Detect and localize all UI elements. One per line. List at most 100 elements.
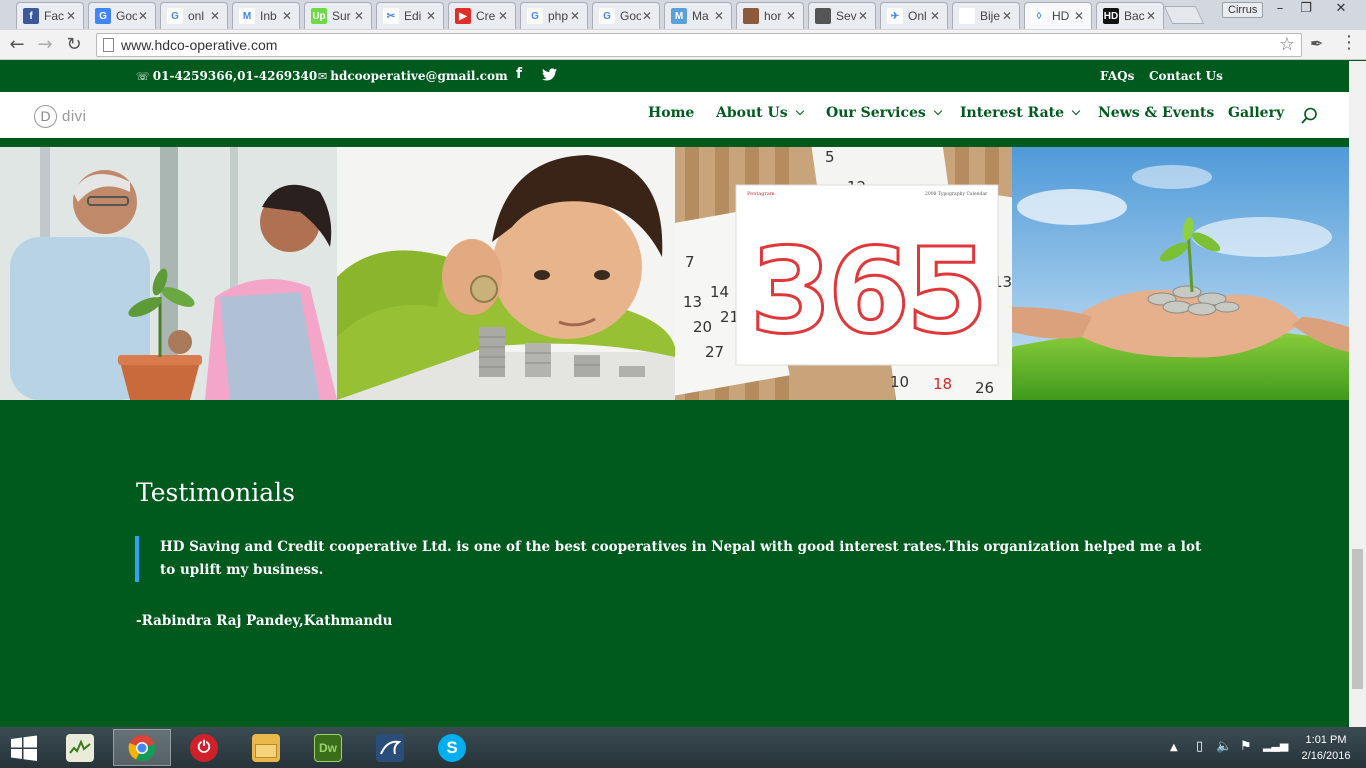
taskbar-app[interactable]: Dw	[299, 729, 357, 766]
browser-tab[interactable]: Bije ✕	[952, 2, 1020, 29]
action-center-flag-icon[interactable]: ⚑	[1240, 739, 1252, 754]
address-bar[interactable]: www.hdco-operative.com ☆	[96, 33, 1302, 57]
close-tab-icon[interactable]: ✕	[785, 9, 797, 23]
browser-tab[interactable]: HD Bac ✕	[1096, 2, 1164, 29]
close-window-button[interactable]: ✕	[1326, 0, 1356, 20]
tab-title: Goo	[620, 9, 641, 23]
browser-toolbar: ← → ↻ www.hdco-operative.com ☆ ✒ ⋮	[0, 30, 1366, 60]
browser-tab[interactable]: Sev ✕	[808, 2, 876, 29]
browser-tab[interactable]: M Inb ✕	[232, 2, 300, 29]
close-tab-icon[interactable]: ✕	[281, 9, 293, 23]
minimize-button[interactable]: –	[1270, 0, 1290, 20]
faqs-link[interactable]: FAQs	[1100, 69, 1134, 83]
taskbar-app[interactable]	[51, 729, 109, 766]
file-explorer-icon	[252, 733, 280, 762]
divi-logo-icon: D	[34, 104, 57, 128]
svg-text:18: 18	[933, 375, 952, 393]
facebook-icon: f	[23, 8, 39, 24]
power-icon: ⏻	[190, 733, 218, 762]
google-icon: G	[599, 8, 615, 24]
taskbar-app[interactable]: S	[423, 729, 481, 766]
close-tab-icon[interactable]: ✕	[209, 9, 221, 23]
close-tab-icon[interactable]: ✕	[1073, 9, 1085, 23]
chrome-menu-icon[interactable]: ⋮	[1340, 32, 1358, 53]
eyedropper-extension-icon[interactable]: ✒	[1310, 34, 1323, 53]
nav-interest-rate[interactable]: Interest Rate	[960, 105, 1081, 121]
facebook-icon[interactable]: f	[516, 66, 522, 82]
browser-tab[interactable]: ▶ Cre ✕	[448, 2, 516, 29]
tab-title: Bije	[980, 9, 1001, 23]
show-hidden-icons-icon[interactable]: ▲	[1170, 742, 1178, 753]
nav-news-events[interactable]: News & Events	[1098, 105, 1214, 121]
close-tab-icon[interactable]: ✕	[1145, 9, 1157, 23]
page-icon	[103, 38, 114, 52]
browser-tab[interactable]: f Fac ✕	[16, 2, 84, 29]
browser-tab[interactable]: hor ✕	[736, 2, 804, 29]
search-icon[interactable]	[1300, 107, 1318, 125]
svg-text:13: 13	[683, 293, 702, 311]
page-scrollbar[interactable]	[1349, 61, 1366, 727]
browser-tab[interactable]: ◊ HD ✕	[1024, 2, 1092, 29]
tab-strip: f Fac ✕ G Goo ✕ Gonl ✕ M Inb ✕ Up Sur ✕ ✂ Edi ✕ ▶ Cre ✕ Gphp…	[0, 0, 1366, 30]
contact-us-link[interactable]: Contact Us	[1149, 69, 1223, 83]
profile-button[interactable]: Cirrus	[1222, 2, 1264, 18]
testimonials-title: Testimonials	[136, 478, 295, 507]
taskbar-app[interactable]: ⏻	[175, 729, 233, 766]
browser-tab[interactable]: Gphp ✕	[520, 2, 588, 29]
close-tab-icon[interactable]: ✕	[353, 9, 365, 23]
close-tab-icon[interactable]: ✕	[857, 9, 869, 23]
close-tab-icon[interactable]: ✕	[137, 9, 149, 23]
back-button[interactable]: ←	[5, 33, 29, 57]
url-text: www.hdco-operative.com	[121, 37, 278, 53]
browser-tab[interactable]: Gonl ✕	[160, 2, 228, 29]
windows-start-icon[interactable]	[10, 735, 38, 761]
taskbar-app[interactable]	[361, 729, 419, 766]
system-clock[interactable]: 1:01 PM 2/16/2016	[1290, 732, 1362, 764]
browser-tab[interactable]: ✈ Onl ✕	[880, 2, 948, 29]
gallery-image-elderly-couple[interactable]	[0, 147, 337, 400]
network-signal-icon[interactable]: ▂▃▅	[1263, 739, 1288, 752]
site-logo[interactable]: D divi	[34, 104, 87, 128]
close-tab-icon[interactable]: ✕	[65, 9, 77, 23]
close-tab-icon[interactable]: ✕	[425, 9, 437, 23]
main-header: D divi Home About Us Our Services Intere…	[0, 92, 1349, 138]
svg-text:20: 20	[693, 318, 712, 336]
phone-info: ☏ 01-4259366,01-4269340	[136, 69, 318, 83]
youtube-icon: ▶	[455, 8, 471, 24]
nav-about-us[interactable]: About Us	[716, 105, 804, 121]
volume-icon[interactable]: 🔈	[1216, 739, 1232, 754]
reload-button[interactable]: ↻	[62, 33, 86, 57]
close-tab-icon[interactable]: ✕	[1001, 9, 1013, 23]
nav-home[interactable]: Home	[648, 105, 694, 121]
bookmark-star-icon[interactable]: ☆	[1279, 34, 1295, 55]
forward-button[interactable]: →	[33, 33, 57, 57]
twitter-icon[interactable]	[542, 68, 557, 81]
browser-tab[interactable]: ✂ Edi ✕	[376, 2, 444, 29]
new-tab-button[interactable]	[1163, 6, 1205, 24]
browser-tab[interactable]: M Ma ✕	[664, 2, 732, 29]
close-tab-icon[interactable]: ✕	[497, 9, 509, 23]
nav-gallery[interactable]: Gallery	[1228, 105, 1284, 121]
gallery-image-boy-coins[interactable]	[337, 147, 675, 400]
scrollbar-thumb[interactable]	[1352, 549, 1363, 689]
gallery-image-hands-sprout[interactable]	[1012, 147, 1349, 400]
taskbar-app[interactable]	[113, 729, 171, 766]
maximize-button[interactable]: ❐	[1296, 0, 1316, 20]
browser-tab[interactable]: G Goo ✕	[592, 2, 660, 29]
gallery-image-calendar[interactable]: 7 1314 2021 27 512 101826 13 Pentagram 2…	[675, 147, 1012, 400]
photo-icon	[815, 8, 831, 24]
image-gallery: 7 1314 2021 27 512 101826 13 Pentagram 2…	[0, 147, 1349, 400]
close-tab-icon[interactable]: ✕	[569, 9, 581, 23]
svg-text:5: 5	[825, 148, 835, 166]
tab-title: php	[548, 9, 569, 23]
tab-title: Inb	[260, 9, 277, 23]
battery-icon[interactable]: ▯	[1196, 739, 1203, 754]
taskbar-app[interactable]	[237, 729, 295, 766]
nav-our-services[interactable]: Our Services	[826, 105, 943, 121]
close-tab-icon[interactable]: ✕	[929, 9, 941, 23]
close-tab-icon[interactable]: ✕	[641, 9, 653, 23]
browser-tab[interactable]: Up Sur ✕	[304, 2, 372, 29]
email-info[interactable]: ✉ hdcooperative@gmail.com	[318, 69, 508, 83]
browser-tab[interactable]: G Goo ✕	[88, 2, 156, 29]
close-tab-icon[interactable]: ✕	[713, 9, 725, 23]
